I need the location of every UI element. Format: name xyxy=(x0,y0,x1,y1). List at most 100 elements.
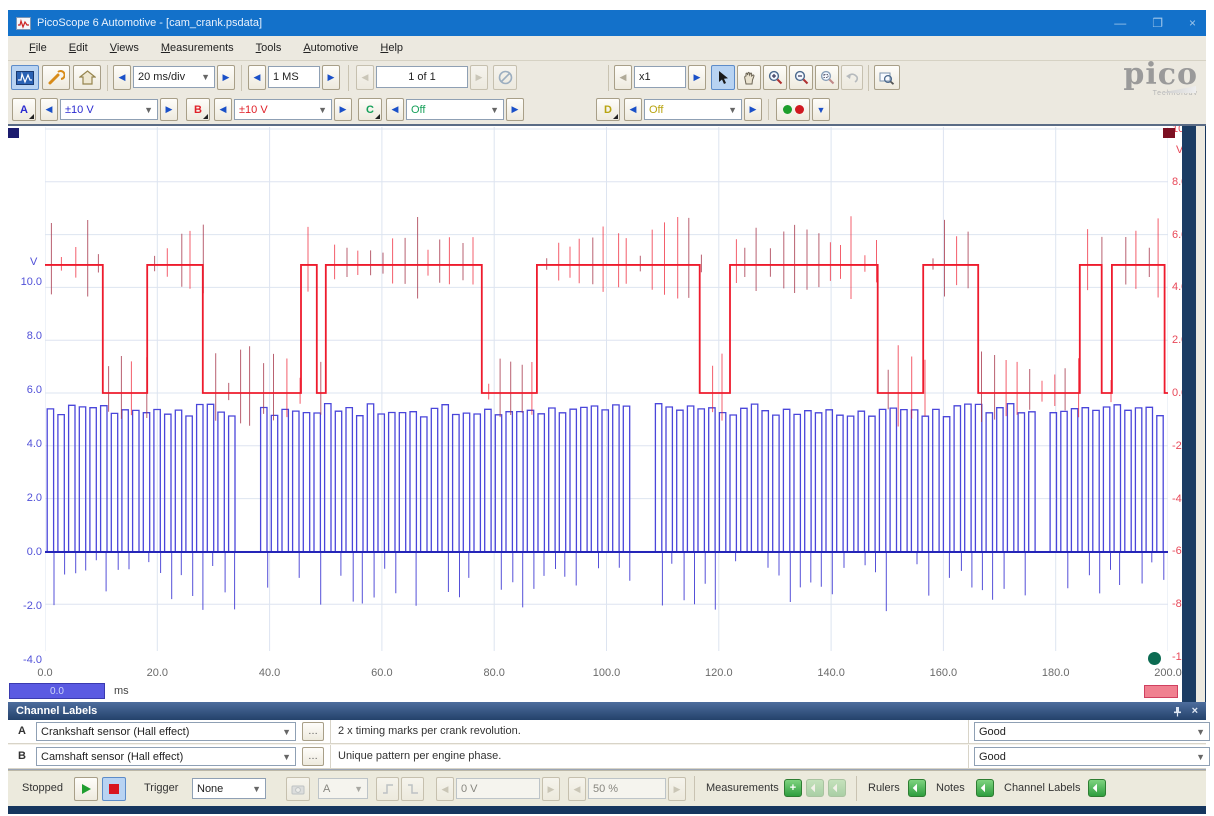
zoom-factor-box[interactable]: x1 xyxy=(634,66,686,88)
channel-a-more-button[interactable]: … xyxy=(302,722,324,741)
hand-tool-button[interactable] xyxy=(737,65,761,90)
buffer-next-button[interactable]: ▶ xyxy=(470,65,488,90)
samples-increase-button[interactable]: ▶ xyxy=(322,65,340,90)
channel-c-range-increase-button[interactable]: ▶ xyxy=(506,98,524,121)
samples-input[interactable]: 1 MS xyxy=(268,66,320,88)
arrow-cursor-icon xyxy=(717,70,729,85)
pretrigger-value: 50 % xyxy=(593,783,618,795)
channel-b-axis-marker[interactable] xyxy=(1163,128,1175,138)
play-icon xyxy=(81,783,92,795)
signal-lights-menu-button[interactable]: ▼ xyxy=(812,98,830,121)
left-axis-tick-label: 4.0 xyxy=(10,438,42,450)
channel-c-button[interactable]: C xyxy=(358,98,382,121)
panel-close-icon[interactable]: × xyxy=(1192,705,1198,717)
chevron-down-icon: ▼ xyxy=(144,105,153,115)
x-axis-offset-box[interactable]: 0.0 xyxy=(9,683,105,699)
corner-menu-icon xyxy=(613,114,618,119)
samples-decrease-button[interactable]: ◀ xyxy=(248,65,266,90)
right-axis-tick-label: 4.0 xyxy=(1172,281,1182,293)
rulers-button[interactable] xyxy=(908,779,926,797)
timebase-select[interactable]: 20 ms/div ▼ xyxy=(133,66,215,88)
menu-item-help[interactable]: Help xyxy=(371,39,412,57)
trigger-level-increase-button[interactable]: ▶ xyxy=(542,777,560,801)
delete-measurement-button[interactable] xyxy=(828,779,846,797)
trigger-level-decrease-button[interactable]: ◀ xyxy=(436,777,454,801)
zoom-factor-decrease-button[interactable]: ◀ xyxy=(614,65,632,90)
channel-a-button[interactable]: A xyxy=(12,98,36,121)
channel-b-label-select[interactable]: Camshaft sensor (Hall effect)▼ xyxy=(36,747,296,766)
pretrigger-box[interactable]: 50 % xyxy=(588,778,666,799)
chevron-down-icon: ▼ xyxy=(490,105,499,115)
edit-measurement-button[interactable] xyxy=(806,779,824,797)
menu-item-automotive[interactable]: Automotive xyxy=(294,39,367,57)
menu-item-views[interactable]: Views xyxy=(101,39,148,57)
channel-a-status-select[interactable]: Good▼ xyxy=(974,722,1210,741)
menu-item-tools[interactable]: Tools xyxy=(247,39,291,57)
timebase-decrease-button[interactable]: ◀ xyxy=(113,65,131,90)
right-arrow-icon: ▶ xyxy=(750,104,757,115)
channel-c-range-select[interactable]: Off▼ xyxy=(406,99,504,120)
buffer-index-box[interactable]: 1 of 1 xyxy=(376,66,468,88)
label-value: Camshaft sensor (Hall effect) xyxy=(41,751,183,763)
window-title: PicoScope 6 Automotive - [cam_crank.psda… xyxy=(37,17,262,29)
right-arrow-icon: ▶ xyxy=(674,784,681,795)
menu-item-edit[interactable]: Edit xyxy=(60,39,97,57)
channel-a-range-select[interactable]: ±10 V▼ xyxy=(60,99,158,120)
single-trigger-button[interactable] xyxy=(286,777,310,801)
channel-a-range-decrease-button[interactable]: ◀ xyxy=(40,98,58,121)
channel-b-range-select[interactable]: ±10 V▼ xyxy=(234,99,332,120)
channel-c-range-decrease-button[interactable]: ◀ xyxy=(386,98,404,121)
channel-b-button[interactable]: B xyxy=(186,98,210,121)
rising-edge-button[interactable] xyxy=(376,777,399,801)
left-axis-tick-label: 6.0 xyxy=(10,384,42,396)
channel-a-axis-marker[interactable] xyxy=(8,128,19,138)
connect-device-button[interactable] xyxy=(42,65,70,90)
marquee-zoom-button[interactable] xyxy=(815,65,839,90)
add-measurement-button[interactable]: + xyxy=(784,779,802,797)
signal-lights-button[interactable] xyxy=(776,98,810,121)
close-button[interactable]: × xyxy=(1189,16,1196,30)
channel-d-range-decrease-button[interactable]: ◀ xyxy=(624,98,642,121)
channel-b-range-decrease-button[interactable]: ◀ xyxy=(214,98,232,121)
right-axis-tick-label: -2.0 xyxy=(1172,440,1182,452)
pin-icon[interactable] xyxy=(1173,706,1182,717)
undo-zoom-button[interactable] xyxy=(841,65,863,90)
zoom-factor-increase-button[interactable]: ▶ xyxy=(688,65,706,90)
buffer-overview-button[interactable] xyxy=(493,65,517,90)
x-axis-end-marker[interactable] xyxy=(1144,685,1178,698)
waveform-plot[interactable] xyxy=(45,127,1168,651)
zoom-out-button[interactable] xyxy=(789,65,813,90)
trigger-source-select[interactable]: A ▼ xyxy=(318,778,368,799)
maximize-button[interactable]: ❐ xyxy=(1152,16,1163,30)
channel-b-range-increase-button[interactable]: ▶ xyxy=(334,98,352,121)
x-axis-tick-label: 20.0 xyxy=(147,667,168,679)
zoom-overview-button[interactable] xyxy=(874,65,900,90)
notes-button[interactable] xyxy=(976,779,994,797)
channel-a-label-select[interactable]: Crankshaft sensor (Hall effect)▼ xyxy=(36,722,296,741)
channel-d-range-select[interactable]: Off▼ xyxy=(644,99,742,120)
trigger-mode-select[interactable]: None ▼ xyxy=(192,778,266,799)
pretrigger-decrease-button[interactable]: ◀ xyxy=(568,777,586,801)
channel-d-button[interactable]: D xyxy=(596,98,620,121)
scope-view-button[interactable] xyxy=(11,65,39,90)
left-arrow-icon: ◀ xyxy=(220,104,227,115)
axis-marker-dot[interactable] xyxy=(1148,652,1161,665)
channel-a-range-increase-button[interactable]: ▶ xyxy=(160,98,178,121)
zoom-in-button[interactable] xyxy=(763,65,787,90)
buffer-previous-button[interactable]: ◀ xyxy=(356,65,374,90)
channel-labels-button[interactable] xyxy=(1088,779,1106,797)
falling-edge-button[interactable] xyxy=(401,777,424,801)
timebase-increase-button[interactable]: ▶ xyxy=(217,65,235,90)
channel-d-range-increase-button[interactable]: ▶ xyxy=(744,98,762,121)
minimize-button[interactable]: — xyxy=(1114,16,1126,30)
menu-item-measurements[interactable]: Measurements xyxy=(152,39,243,57)
menu-item-file[interactable]: File xyxy=(20,39,56,57)
start-capture-button[interactable] xyxy=(74,777,98,801)
channel-b-status-select[interactable]: Good▼ xyxy=(974,747,1210,766)
channel-b-more-button[interactable]: … xyxy=(302,747,324,766)
home-button[interactable] xyxy=(73,65,101,90)
trigger-level-box[interactable]: 0 V xyxy=(456,778,540,799)
selection-tool-button[interactable] xyxy=(711,65,735,90)
pretrigger-increase-button[interactable]: ▶ xyxy=(668,777,686,801)
stop-capture-button[interactable] xyxy=(102,777,126,801)
